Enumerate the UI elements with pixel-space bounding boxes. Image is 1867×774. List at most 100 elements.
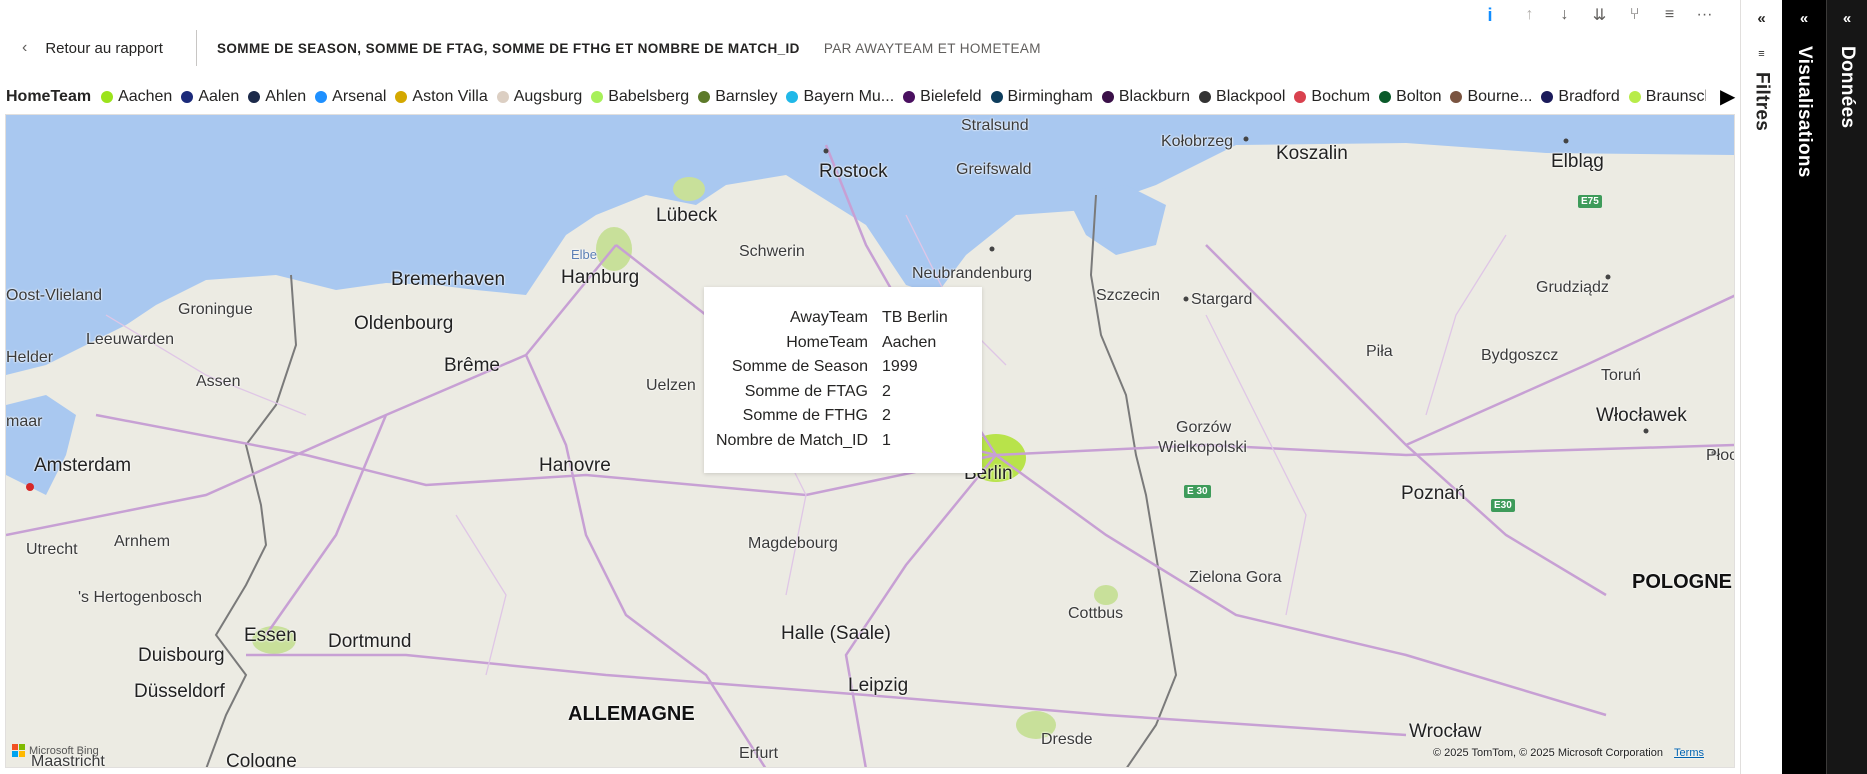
legend-item-label: Blackpool bbox=[1216, 88, 1286, 105]
legend-color-dot bbox=[181, 91, 194, 103]
legend-color-dot bbox=[786, 91, 799, 103]
terms-link[interactable]: Terms bbox=[1674, 747, 1704, 759]
legend-color-dot bbox=[591, 91, 604, 103]
tooltip-row: Somme de FTAG 2 bbox=[704, 383, 982, 408]
legend-item-label: Ahlen bbox=[265, 88, 307, 105]
legend-item[interactable]: Babelsberg bbox=[591, 88, 689, 106]
tooltip-key: Somme de Season bbox=[731, 358, 868, 375]
city-label: Dresde bbox=[1041, 731, 1093, 748]
legend-next-arrow-icon[interactable]: ▶ bbox=[1720, 84, 1735, 109]
city-label: Poznań bbox=[1401, 483, 1466, 504]
back-to-report-button[interactable]: ‹ Retour au rapport bbox=[0, 30, 197, 66]
city-label: Koszalin bbox=[1276, 143, 1348, 164]
legend-item[interactable]: Blackburn bbox=[1101, 88, 1190, 106]
legend-item[interactable]: Bradford bbox=[1541, 88, 1620, 106]
legend-item[interactable]: Birmingham bbox=[990, 88, 1093, 106]
tooltip-value: 1 bbox=[882, 431, 891, 449]
legend-color-dot bbox=[990, 91, 1003, 103]
legend-item[interactable]: Bochum bbox=[1294, 88, 1370, 106]
city-label: Toruń bbox=[1601, 367, 1642, 384]
city-label: Arnhem bbox=[114, 533, 171, 550]
city-label: Oldenbourg bbox=[354, 313, 454, 334]
collapse-visualizations-icon[interactable]: « bbox=[1782, 10, 1826, 27]
legend-item-label: Bolton bbox=[1396, 88, 1442, 105]
city-label: Schwerin bbox=[739, 243, 805, 260]
legend-item-label: Aachen bbox=[118, 88, 173, 105]
legend-item-label: Babelsberg bbox=[608, 88, 690, 105]
tooltip-row: Nombre de Match_ID 1 bbox=[704, 432, 982, 457]
drill-down-icon[interactable]: ↓ bbox=[1547, 4, 1582, 26]
legend-item[interactable]: Blackpool bbox=[1199, 88, 1285, 106]
legend-item[interactable]: Augsburg bbox=[496, 88, 582, 106]
city-label: Groningue bbox=[178, 301, 253, 318]
expand-all-icon[interactable]: ⇊ bbox=[1582, 4, 1617, 26]
legend-item[interactable]: Bourne... bbox=[1450, 88, 1532, 106]
visual-header: ‹ Retour au rapport SOMME DE SEASON, SOM… bbox=[0, 30, 1041, 66]
tooltip-key: Somme de FTHG bbox=[742, 407, 868, 424]
city-label: Stralsund bbox=[961, 117, 1029, 134]
city-label: Wielkopolski bbox=[1158, 439, 1247, 456]
more-options-icon[interactable]: ··· bbox=[1687, 4, 1722, 26]
collapse-filters-icon[interactable]: « bbox=[1741, 10, 1782, 27]
legend-color-dot bbox=[315, 91, 328, 103]
data-pane[interactable]: « Données bbox=[1826, 0, 1867, 774]
city-label: Greifswald bbox=[956, 161, 1032, 178]
tooltip-row: Somme de Season 1999 bbox=[704, 358, 982, 383]
city-label: Duisbourg bbox=[138, 645, 225, 666]
filter-icon[interactable]: ≡ bbox=[1652, 4, 1687, 26]
legend-color-dot bbox=[1199, 91, 1212, 103]
tooltip-row: HomeTeam Aachen bbox=[704, 334, 982, 359]
legend-item-label: Aalen bbox=[198, 88, 240, 105]
legend-item[interactable]: Aalen bbox=[181, 88, 239, 106]
hierarchy-icon[interactable]: ⑂ bbox=[1617, 4, 1652, 26]
map-attribution: © 2025 TomTom, © 2025 Microsoft Corporat… bbox=[1433, 747, 1704, 759]
city-label: Helder bbox=[6, 349, 54, 366]
city-label: Bydgoszcz bbox=[1481, 347, 1559, 364]
city-label: Assen bbox=[196, 373, 241, 390]
tooltip-key: AwayTeam bbox=[790, 309, 868, 326]
tooltip-key: Somme de FTAG bbox=[744, 382, 868, 400]
legend-color-dot bbox=[395, 91, 408, 103]
legend-item-label: Birmingham bbox=[1007, 88, 1093, 105]
map-visual[interactable]: Stralsund Kołobrzeg Koszalin Elbląg Rost… bbox=[5, 114, 1735, 768]
legend-item[interactable]: Barnsley bbox=[698, 88, 777, 106]
city-label: Cologne bbox=[226, 751, 297, 768]
visualizations-pane[interactable]: « Visualisations bbox=[1782, 0, 1826, 774]
legend-item-label: Barnsley bbox=[715, 88, 778, 105]
city-label: Neubrandenburg bbox=[912, 265, 1033, 282]
map-tooltip: AwayTeam TB Berlin HomeTeam Aachen Somme de … bbox=[704, 287, 982, 473]
legend-item[interactable]: Aston Villa bbox=[395, 88, 488, 106]
drill-up-icon[interactable]: ↑ bbox=[1512, 4, 1547, 26]
city-label: Rostock bbox=[819, 161, 888, 182]
city-label: Płock bbox=[1706, 447, 1734, 464]
legend-item-label: Bayern Mu... bbox=[803, 88, 895, 105]
city-label: Włocławek bbox=[1596, 405, 1687, 426]
legend-item[interactable]: Aachen bbox=[101, 88, 172, 106]
legend-item[interactable]: Bolton bbox=[1379, 88, 1441, 106]
chevron-left-icon: ‹ bbox=[22, 39, 28, 56]
info-icon[interactable]: i bbox=[1468, 4, 1512, 26]
collapse-data-icon[interactable]: « bbox=[1827, 10, 1867, 27]
legend-item[interactable]: Ahlen bbox=[248, 88, 306, 106]
legend-title: HomeTeam bbox=[6, 88, 92, 105]
city-label: Dortmund bbox=[328, 631, 412, 652]
legend-color-dot bbox=[1294, 91, 1307, 103]
back-label: Retour au rapport bbox=[45, 39, 163, 57]
tooltip-value: 2 bbox=[882, 382, 891, 400]
city-label: Stargard bbox=[1191, 291, 1253, 308]
city-label: Hamburg bbox=[561, 267, 640, 288]
city-label: Lübeck bbox=[656, 205, 718, 226]
legend-item-label: Aston Villa bbox=[412, 88, 488, 105]
legend-item[interactable]: Bielefeld bbox=[903, 88, 982, 106]
legend-item[interactable]: Braunsch... bbox=[1628, 88, 1706, 106]
city-label: Grudziądz bbox=[1536, 279, 1609, 296]
city-label: Uelzen bbox=[646, 377, 696, 394]
legend-item[interactable]: Arsenal bbox=[315, 88, 386, 106]
legend-item[interactable]: Bayern Mu... bbox=[786, 88, 894, 106]
filters-pane[interactable]: « ≡ Filtres bbox=[1740, 0, 1782, 774]
filters-pane-title: Filtres bbox=[1751, 72, 1773, 132]
legend-item-label: Bourne... bbox=[1467, 88, 1533, 105]
legend-item-label: Bradford bbox=[1558, 88, 1620, 105]
city-label: Essen bbox=[244, 625, 297, 646]
report-canvas: i ↑ ↓ ⇊ ⑂ ≡ ··· ‹ Retour au rapport SOMM… bbox=[0, 0, 1740, 774]
